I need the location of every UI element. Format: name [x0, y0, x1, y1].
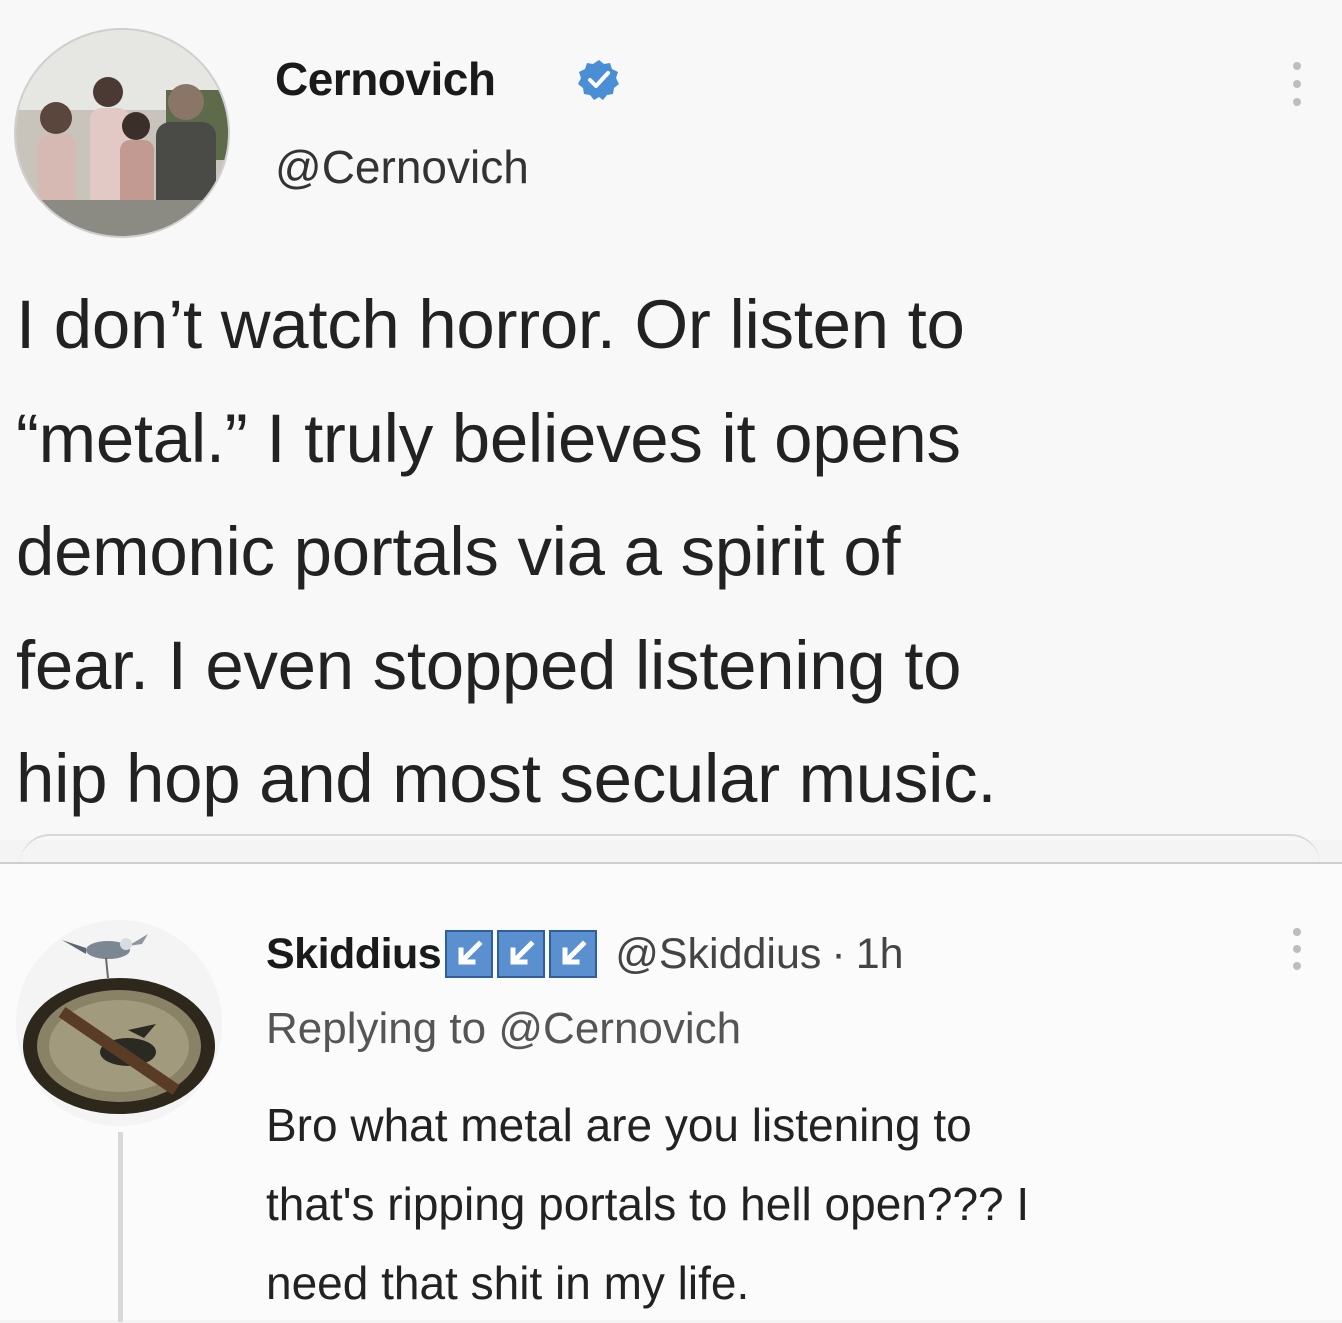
tweet-text: I don’t watch horror. Or listen to “meta…	[16, 268, 1326, 836]
reply-text-line: need that shit in my life.	[266, 1257, 750, 1309]
more-options-icon[interactable]	[1280, 924, 1314, 974]
reply-text-line: that's ripping portals to hell open??? I	[266, 1178, 1030, 1230]
mention-link[interactable]: @Cernovich	[498, 1004, 741, 1053]
arrow-badge-icon	[549, 930, 598, 978]
reply-header: Skiddius @Skiddius · 1h	[266, 924, 904, 984]
separator-dot: ·	[831, 929, 846, 978]
no-birds-sign-icon	[16, 920, 222, 1126]
reply-text: Bro what metal are you listening to that…	[266, 1086, 1326, 1323]
tweet-text-line: fear. I even stopped listening to	[16, 626, 962, 704]
reply-tweet: Skiddius @Skiddius · 1h Replying to @Cer…	[0, 864, 1342, 1323]
tweet-text-line: I don’t watch horror. Or listen to	[16, 286, 965, 363]
display-name[interactable]: Cernovich	[275, 52, 496, 106]
tweet-text-line: demonic portals via a spirit of	[16, 513, 901, 590]
user-handle[interactable]: @Skiddius	[615, 930, 821, 979]
thread-line	[118, 1132, 123, 1322]
original-tweet: Cernovich @Cernovich I don’t watch horro…	[0, 0, 1342, 840]
arrow-badge-icon	[445, 930, 494, 978]
family-photo-icon	[16, 30, 228, 236]
reply-text-line: Bro what metal are you listening to	[266, 1099, 972, 1151]
replying-to: Replying to @Cernovich	[266, 1004, 741, 1054]
badge-row	[445, 930, 601, 978]
skiddius-avatar[interactable]	[16, 920, 222, 1126]
cernovich-avatar[interactable]	[14, 28, 230, 238]
tweet-timestamp[interactable]: 1h	[856, 930, 904, 979]
replying-to-label: Replying to	[266, 1004, 487, 1053]
verified-check-icon	[578, 60, 619, 100]
display-name[interactable]: Skiddius	[266, 930, 442, 979]
tweet-divider	[20, 834, 1320, 864]
tweet-text-line: hip hop and most secular music.	[16, 740, 997, 817]
more-options-icon[interactable]	[1280, 58, 1314, 110]
tweet-text-line: “metal.” I truly believes it opens	[16, 399, 961, 477]
arrow-badge-icon	[497, 930, 546, 978]
user-handle[interactable]: @Cernovich	[275, 140, 529, 194]
